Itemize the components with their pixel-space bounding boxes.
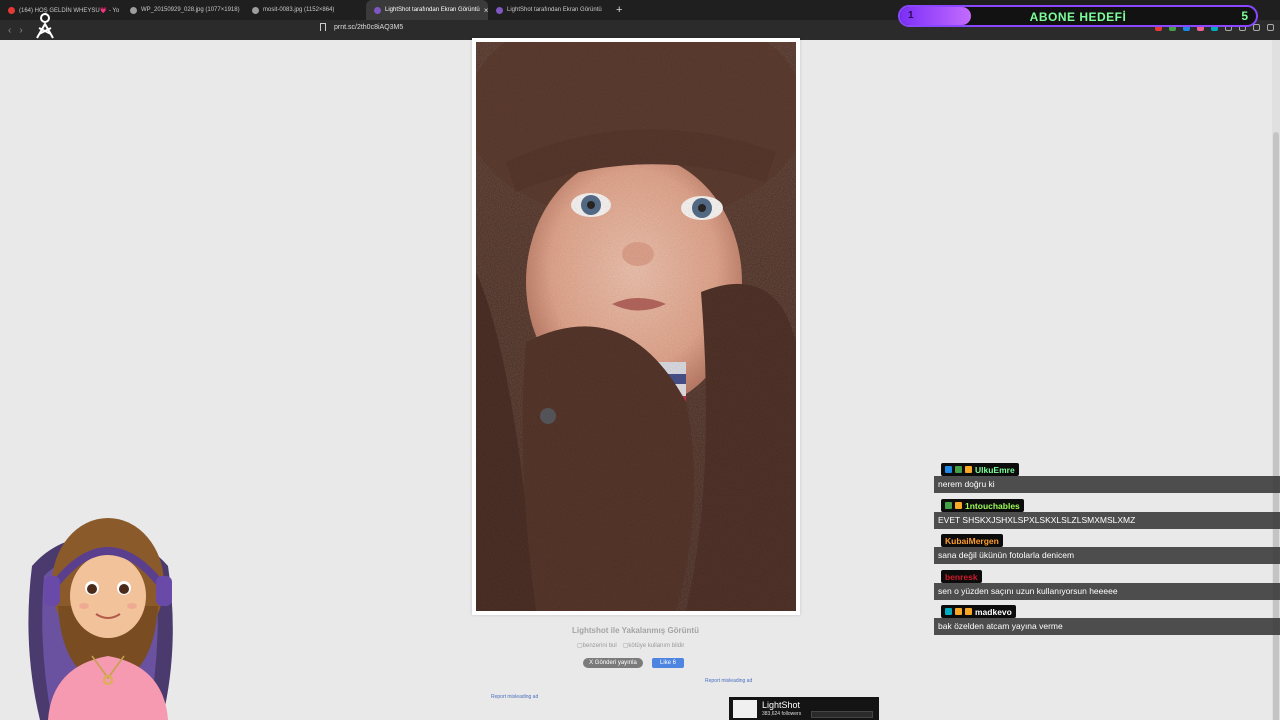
url-field[interactable]: prnt.sc/2th0c8iAQ3M5 bbox=[334, 24, 403, 31]
bookmark-icon[interactable] bbox=[320, 23, 326, 31]
tab-title: LightShot tarafından Ekran Görüntü bbox=[507, 7, 602, 13]
globe-favicon-icon bbox=[130, 6, 137, 14]
chat-badge-icon bbox=[955, 608, 962, 615]
new-tab-button[interactable]: + bbox=[616, 4, 622, 16]
chat-username: UlkuEmre bbox=[975, 464, 1015, 475]
report-misleading-ad-link[interactable]: Report misleading ad bbox=[705, 678, 752, 684]
menu-icon[interactable] bbox=[1267, 24, 1274, 31]
chat-badge-icon bbox=[945, 466, 952, 473]
tab-title: WP_20150929_028.jpg (1077×1918) bbox=[141, 7, 240, 13]
chat-username-tag: madkevo bbox=[941, 605, 1016, 618]
globe-favicon-icon bbox=[252, 6, 259, 14]
lightshot-logo-icon bbox=[733, 700, 757, 718]
chat-username: madkevo bbox=[975, 606, 1012, 617]
lightshot-social-widget[interactable]: LightShot 383,624 followers bbox=[729, 697, 879, 720]
baby-in-brown-coat-photo[interactable] bbox=[476, 42, 796, 611]
report-abuse-link[interactable]: kötüye kullanım bildir bbox=[623, 642, 684, 649]
report-misleading-ad-link[interactable]: Report misleading ad bbox=[491, 694, 538, 700]
tab-title: LightShot tarafından Ekran Görüntü bbox=[385, 7, 480, 13]
chat-badge-icon bbox=[965, 466, 972, 473]
chat-badge-icon bbox=[955, 502, 962, 509]
chat-username: KubaiMergen bbox=[945, 535, 999, 546]
browser-tab-4-active[interactable]: LightShot tarafından Ekran Görüntü × bbox=[366, 0, 488, 20]
chat-username: benresk bbox=[945, 571, 978, 582]
browser-tab-1[interactable]: (164) HOŞ GELDİN WHEYSU💗 - Yo bbox=[0, 0, 122, 20]
chat-badge-icon bbox=[955, 466, 962, 473]
chat-username-tag: UlkuEmre bbox=[941, 463, 1019, 476]
stream-logo-icon bbox=[36, 13, 54, 39]
widget-page-name: LightShot bbox=[762, 700, 801, 710]
chat-username-tag: KubaiMergen bbox=[941, 534, 1003, 547]
subscriber-goal-widget: 1 ABONE HEDEFİ 5 bbox=[898, 5, 1258, 27]
screenshot-image-frame bbox=[472, 38, 800, 615]
image-actions: benzerini bul kötüye kullanım bildir bbox=[577, 642, 685, 649]
browser-tab-3[interactable]: mosit-0083.jpg (1152×864) bbox=[244, 0, 366, 20]
browser-tab-2[interactable]: WP_20150929_028.jpg (1077×1918) bbox=[122, 0, 244, 20]
browser-tab-5[interactable]: LightShot tarafından Ekran Görüntü bbox=[488, 0, 610, 20]
lightshot-favicon-icon bbox=[496, 6, 503, 14]
chat-message: EVET SHSKXJSHXLSPXLSKXLSLZLSMXMSLXMZ bbox=[934, 512, 1280, 529]
chat-message: sen o yüzden saçını uzun kullanıyorsun h… bbox=[934, 583, 1280, 600]
goal-target-count: 5 bbox=[1241, 9, 1248, 23]
chat-message: nerem doğru ki bbox=[934, 476, 1280, 493]
lightshot-favicon-icon bbox=[374, 6, 381, 14]
facebook-like-button[interactable]: Like 6 bbox=[652, 658, 684, 668]
chat-username-tag: 1ntouchables bbox=[941, 499, 1024, 512]
back-arrow-icon[interactable]: ‹ bbox=[8, 25, 11, 36]
widget-follower-count: 383,624 followers bbox=[762, 711, 802, 717]
chat-message: bak özelden atcam yayına verme bbox=[934, 618, 1280, 635]
chat-badge-icon bbox=[945, 502, 952, 509]
chat-badge-icon bbox=[965, 608, 972, 615]
youtube-favicon-icon bbox=[8, 6, 15, 14]
widget-follow-button[interactable] bbox=[811, 711, 873, 718]
chat-message: sana değil ükünün fotolarla denicem bbox=[934, 547, 1280, 564]
chat-username: 1ntouchables bbox=[965, 500, 1020, 511]
chat-badge-icon bbox=[945, 608, 952, 615]
chat-username-tag: benresk bbox=[941, 570, 982, 583]
goal-label: ABONE HEDEFİ bbox=[1029, 10, 1127, 24]
tab-title: mosit-0083.jpg (1152×864) bbox=[263, 7, 335, 13]
forward-arrow-icon[interactable]: › bbox=[19, 25, 22, 36]
page-caption: Lightshot ile Yakalanmış Görüntü bbox=[572, 626, 699, 635]
streamer-avatar-illustration bbox=[28, 518, 173, 720]
find-similar-link[interactable]: benzerini bul bbox=[577, 642, 617, 649]
share-on-x-button[interactable]: X Gönderi yayınla bbox=[583, 658, 643, 668]
profile-icon[interactable] bbox=[1253, 24, 1260, 31]
